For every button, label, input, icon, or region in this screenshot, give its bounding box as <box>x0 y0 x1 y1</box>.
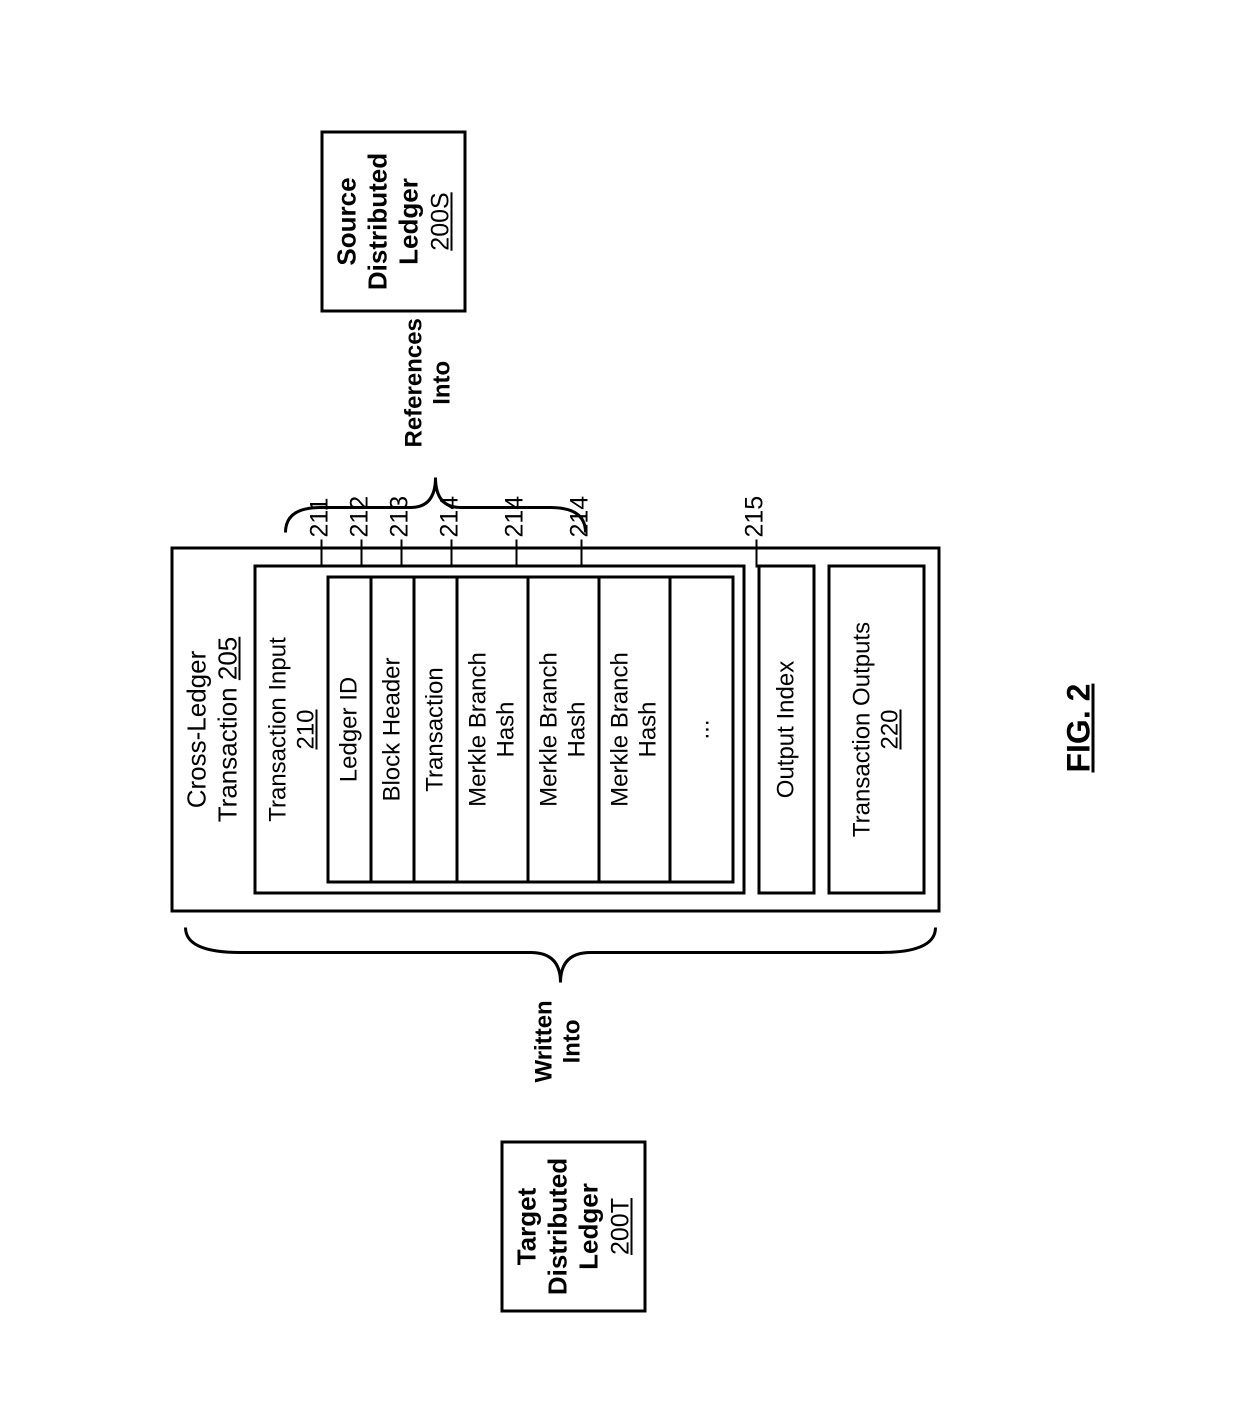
ref-214b: 214 <box>501 496 530 538</box>
input-title: Transaction Input 210 <box>265 576 321 884</box>
target-line1: Target <box>512 1152 543 1302</box>
output-index-row: Output Index <box>758 565 816 895</box>
lead-214a <box>451 540 453 568</box>
ref-214c: 214 <box>566 496 595 538</box>
ref-211: 211 <box>306 498 335 538</box>
ref-213: 213 <box>386 496 415 538</box>
written-into-label: WrittenInto <box>531 1000 587 1082</box>
merkle-hash-row-2: Merkle BranchHash <box>530 576 601 884</box>
lead-214c <box>581 540 583 568</box>
cross-ledger-box: Cross-Ledger Transaction 205 Transaction… <box>171 547 941 913</box>
ellipsis-row: ... <box>672 576 735 884</box>
merkle-hash-row-1: Merkle BranchHash <box>459 576 530 884</box>
ref-214a: 214 <box>436 496 465 538</box>
ref-212: 212 <box>346 496 375 538</box>
target-line2: Distributed <box>543 1152 574 1302</box>
merkle-hash-row-3: Merkle BranchHash <box>601 576 672 884</box>
source-line2: Distributed <box>363 142 394 302</box>
target-num: 200T <box>605 1152 635 1302</box>
cross-ledger-title: Cross-Ledger Transaction 205 <box>174 550 244 910</box>
references-into-label: ReferencesInto <box>401 318 457 447</box>
target-line3: Ledger <box>574 1152 605 1302</box>
transaction-input-box: Transaction Input 210 Ledger ID Block He… <box>254 565 746 895</box>
lead-212 <box>361 540 363 568</box>
ledger-id-row: Ledger ID <box>327 576 373 884</box>
lead-213 <box>401 540 403 568</box>
figure-label: FIG. 2 <box>1061 684 1098 773</box>
transaction-outputs-box: Transaction Outputs 220 <box>828 565 926 895</box>
source-line3: Ledger <box>394 142 425 302</box>
source-num: 200S <box>425 142 455 302</box>
source-line1: Source <box>332 142 363 302</box>
target-ledger-box: Target Distributed Ledger 200T <box>501 1141 647 1313</box>
source-ledger-box: Source Distributed Ledger 200S <box>321 131 467 313</box>
transaction-row: Transaction <box>416 576 459 884</box>
lead-215 <box>756 540 758 568</box>
lead-211 <box>321 540 323 568</box>
ref-215: 215 <box>741 496 770 538</box>
brace-left <box>181 923 941 993</box>
block-header-row: Block Header <box>373 576 416 884</box>
lead-214b <box>516 540 518 568</box>
